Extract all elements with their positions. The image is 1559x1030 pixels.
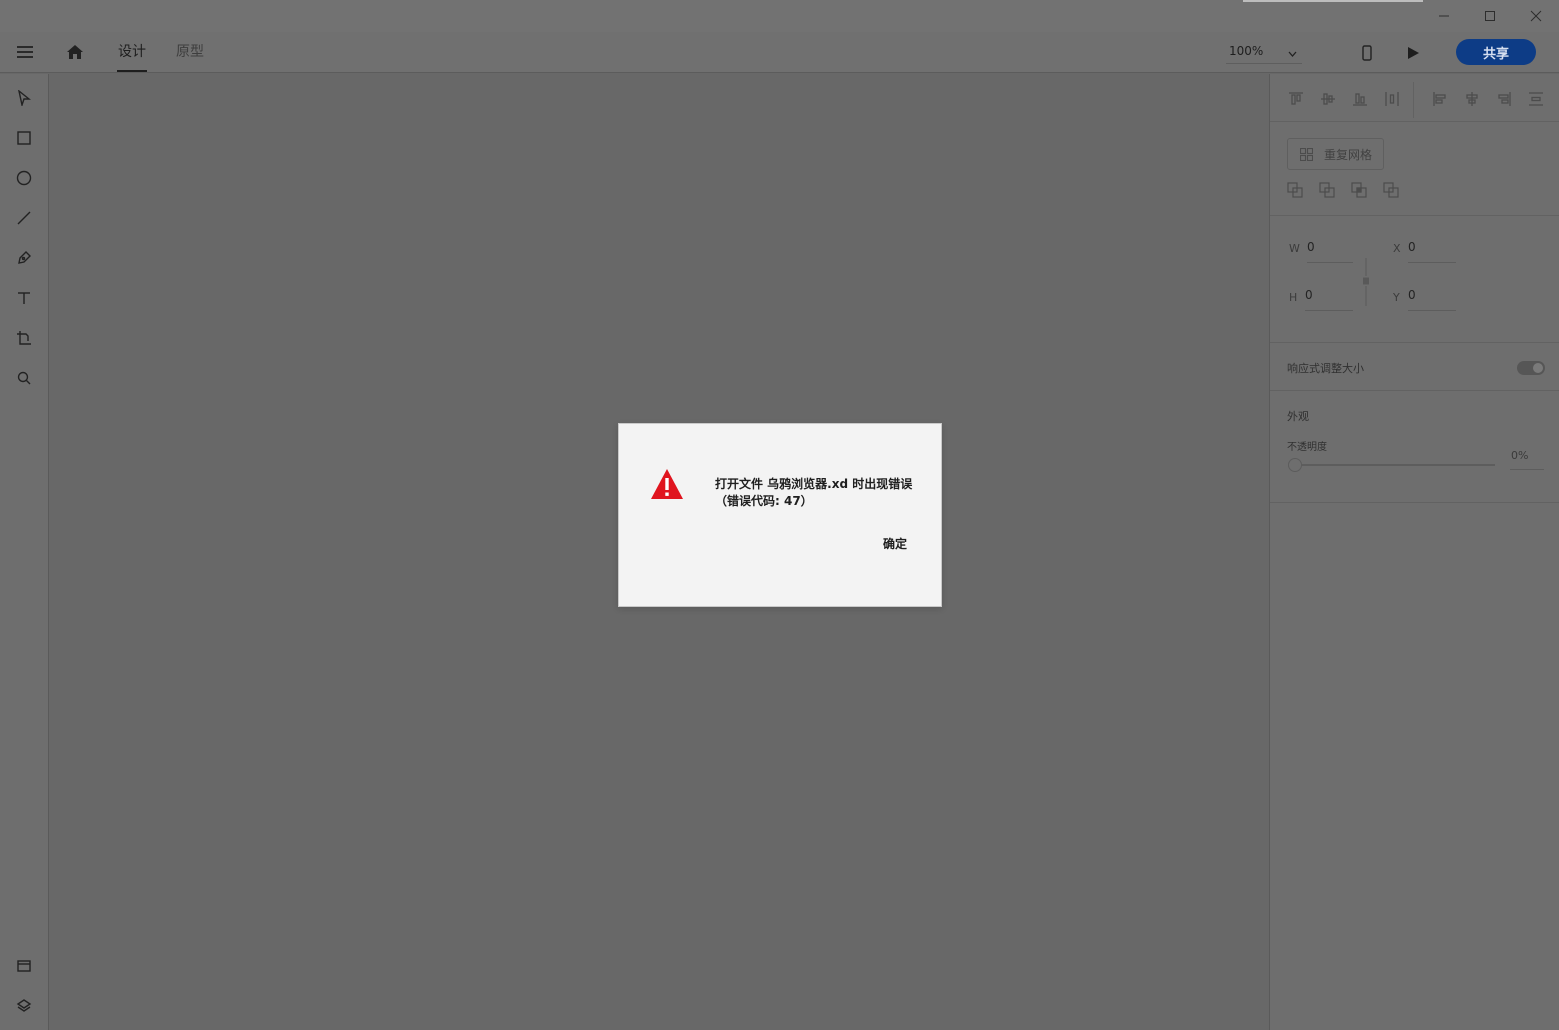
repeat-grid-label: 重复网格 — [1324, 147, 1373, 162]
add-icon[interactable] — [1287, 182, 1305, 200]
chevron-down-icon — [1288, 46, 1297, 60]
error-message-line2: （错误代码: 47） — [715, 494, 813, 508]
tab-prototype-label: 原型 — [176, 44, 204, 60]
y-field[interactable]: 0 — [1408, 288, 1416, 302]
home-icon[interactable] — [64, 41, 86, 63]
y-label: Y — [1393, 291, 1400, 304]
divider — [1413, 82, 1414, 118]
responsive-resize-label: 响应式调整大小 — [1287, 362, 1364, 375]
align-left-icon[interactable] — [1431, 90, 1449, 108]
pen-icon[interactable] — [13, 247, 35, 269]
ok-button[interactable]: 确定 — [883, 535, 907, 552]
x-underline — [1408, 262, 1456, 263]
minimize-icon[interactable] — [1421, 0, 1467, 32]
appearance-label: 外观 — [1287, 410, 1309, 423]
distribute-vertical-icon[interactable] — [1527, 90, 1545, 108]
error-dialog: 打开文件 乌鸦浏览器.xd 时出现错误 （错误代码: 47） 确定 — [618, 423, 942, 607]
hamburger-icon[interactable] — [14, 42, 36, 62]
height-label: H — [1289, 291, 1298, 304]
opacity-slider-knob[interactable] — [1288, 458, 1302, 472]
title-bar — [0, 0, 1559, 32]
y-underline — [1408, 310, 1456, 311]
responsive-section: 响应式调整大小 — [1270, 343, 1559, 391]
align-section — [1270, 74, 1559, 122]
transform-section: W 0 X 0 H 0 Y 0 — [1270, 216, 1559, 343]
active-tab-underline — [117, 70, 147, 72]
layers-icon[interactable] — [13, 995, 35, 1017]
ellipse-icon[interactable] — [13, 167, 35, 189]
responsive-resize-toggle[interactable] — [1517, 361, 1545, 375]
align-top-icon[interactable] — [1287, 90, 1305, 108]
rectangle-icon[interactable] — [13, 127, 35, 149]
line-icon[interactable] — [13, 207, 35, 229]
zoom-select[interactable]: 100% — [1226, 40, 1302, 64]
title-strip — [1243, 0, 1423, 2]
align-center-icon[interactable] — [1463, 90, 1481, 108]
tool-sidebar — [0, 74, 49, 1030]
lock-aspect-icon[interactable] — [1360, 256, 1372, 308]
tab-design[interactable]: 设计 — [117, 42, 147, 72]
exclude-icon[interactable] — [1383, 182, 1401, 200]
align-right-icon[interactable] — [1495, 90, 1513, 108]
close-icon[interactable] — [1513, 0, 1559, 32]
maximize-icon[interactable] — [1467, 0, 1513, 32]
width-field[interactable]: 0 — [1307, 240, 1315, 254]
opacity-underline — [1510, 469, 1544, 470]
warning-icon — [650, 468, 684, 500]
text-icon[interactable] — [13, 287, 35, 309]
share-button[interactable]: 共享 — [1456, 39, 1536, 65]
tab-design-label: 设计 — [118, 44, 146, 60]
zoom-icon[interactable] — [13, 367, 35, 389]
align-bottom-icon[interactable] — [1351, 90, 1369, 108]
width-underline — [1307, 262, 1353, 263]
repeat-grid-button[interactable]: 重复网格 — [1287, 138, 1384, 170]
property-panel: 重复网格 W 0 X 0 H 0 Y 0 响应式调整大小 外观 不透明度 0% — [1269, 74, 1559, 1030]
artboard-icon[interactable] — [13, 327, 35, 349]
zoom-value: 100% — [1229, 44, 1264, 58]
x-field[interactable]: 0 — [1408, 240, 1416, 254]
opacity-value[interactable]: 0% — [1511, 449, 1528, 462]
phone-icon[interactable] — [1358, 42, 1376, 64]
tab-prototype[interactable]: 原型 — [176, 42, 204, 62]
toggle-knob — [1533, 363, 1543, 373]
width-label: W — [1289, 242, 1300, 255]
assets-icon[interactable] — [13, 955, 35, 977]
play-icon[interactable] — [1402, 42, 1424, 64]
error-message: 打开文件 乌鸦浏览器.xd 时出现错误 （错误代码: 47） — [715, 476, 935, 510]
select-icon[interactable] — [13, 87, 35, 109]
distribute-horizontal-icon[interactable] — [1383, 90, 1401, 108]
repeat-grid-section: 重复网格 — [1270, 122, 1559, 216]
appearance-section: 外观 不透明度 0% — [1270, 391, 1559, 503]
grid-icon — [1299, 147, 1314, 164]
error-message-line1: 打开文件 乌鸦浏览器.xd 时出现错误 — [715, 477, 913, 491]
subtract-icon[interactable] — [1319, 182, 1337, 200]
opacity-label: 不透明度 — [1287, 442, 1327, 453]
x-label: X — [1393, 242, 1401, 255]
align-middle-icon[interactable] — [1319, 90, 1337, 108]
opacity-slider-track[interactable] — [1295, 464, 1495, 466]
height-underline — [1305, 310, 1353, 311]
app-header: 设计 原型 100% 共享 — [0, 32, 1559, 73]
height-field[interactable]: 0 — [1305, 288, 1313, 302]
intersect-icon[interactable] — [1351, 182, 1369, 200]
